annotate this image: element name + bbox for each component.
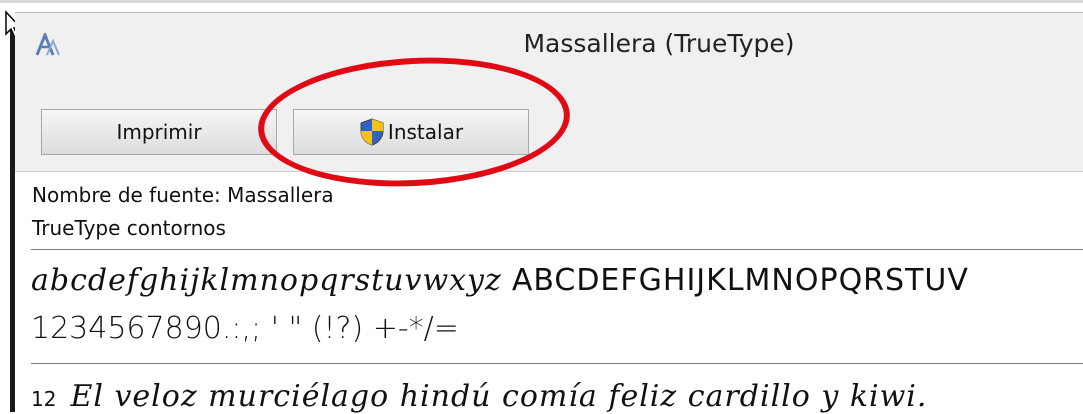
divider <box>31 363 1083 364</box>
print-button-label: Imprimir <box>116 120 202 144</box>
window-title: Massallera (TrueType) <box>523 29 795 58</box>
size-sample-row: 12 El veloz murciélago hindú comía feliz … <box>31 379 927 414</box>
font-name-line: Nombre de fuente: Massallera <box>32 183 334 207</box>
digits-sample: 1234567890.:,; ' " (!?) +-*/= <box>31 311 459 346</box>
alphabet-sample: abcdefghijklmnopqrstuvwxyz ABCDEFGHIJKLMN… <box>31 263 969 298</box>
pangram-sample: El veloz murciélago hindú comía feliz ca… <box>70 379 928 414</box>
font-preview-window: Massallera (TrueType) Imprimir Instalar … <box>15 12 1083 414</box>
font-type-line: TrueType contornos <box>32 216 226 240</box>
screen-edge <box>0 0 1083 3</box>
divider <box>31 249 1083 250</box>
toolbar: Imprimir Instalar <box>15 77 1083 172</box>
title-bar[interactable]: Massallera (TrueType) <box>15 13 1083 77</box>
install-button[interactable]: Instalar <box>293 109 529 155</box>
uppercase-sample: ABCDEFGHIJKLMNOPQRSTUV <box>511 263 969 298</box>
uac-shield-icon <box>360 118 384 146</box>
size-label: 12 <box>31 387 57 411</box>
install-button-label: Instalar <box>387 120 464 144</box>
print-button[interactable]: Imprimir <box>41 109 277 155</box>
lowercase-sample: abcdefghijklmnopqrstuvwxyz <box>31 263 502 298</box>
